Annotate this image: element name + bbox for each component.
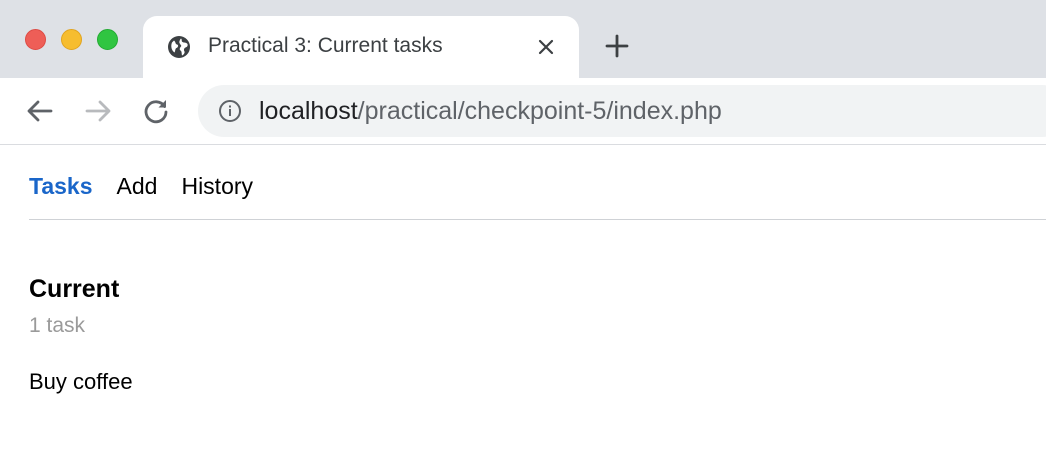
task-count: 1 task [29, 314, 86, 337]
window-minimize-button[interactable] [61, 29, 82, 50]
url-host: localhost [259, 97, 358, 125]
nav-link-history[interactable]: History [181, 173, 253, 200]
task-list: Buy coffee [29, 369, 133, 395]
window-close-button[interactable] [25, 29, 46, 50]
tab-strip: Practical 3: Current tasks [0, 0, 1046, 78]
page-content: Tasks Add History Current 1 task Buy coffe… [0, 145, 1046, 450]
url-text[interactable]: localhost/practical/checkpoint-5/index.p… [259, 97, 722, 126]
site-nav: Tasks Add History [29, 173, 277, 200]
task-item: Buy coffee [29, 369, 133, 394]
nav-divider [29, 219, 1046, 220]
arrow-left-icon[interactable] [25, 96, 55, 126]
reload-icon[interactable] [141, 96, 171, 126]
window-maximize-button[interactable] [97, 29, 118, 50]
close-icon[interactable] [535, 36, 557, 58]
tab-title: Practical 3: Current tasks [208, 34, 443, 57]
plus-icon[interactable] [604, 33, 630, 59]
globe-icon [168, 36, 190, 58]
browser-toolbar: localhost/practical/checkpoint-5/index.p… [0, 78, 1046, 145]
nav-link-tasks[interactable]: Tasks [29, 173, 93, 200]
nav-link-add[interactable]: Add [117, 173, 158, 200]
arrow-right-icon[interactable] [83, 96, 113, 126]
address-bar[interactable]: localhost/practical/checkpoint-5/index.p… [198, 85, 1046, 137]
browser-window: Practical 3: Current tasks localhost/pra… [0, 0, 1046, 450]
info-icon[interactable] [218, 99, 242, 123]
section-title: Current [29, 275, 120, 303]
url-path: /practical/checkpoint-5/index.php [357, 97, 722, 125]
tab-active[interactable]: Practical 3: Current tasks [143, 16, 579, 78]
